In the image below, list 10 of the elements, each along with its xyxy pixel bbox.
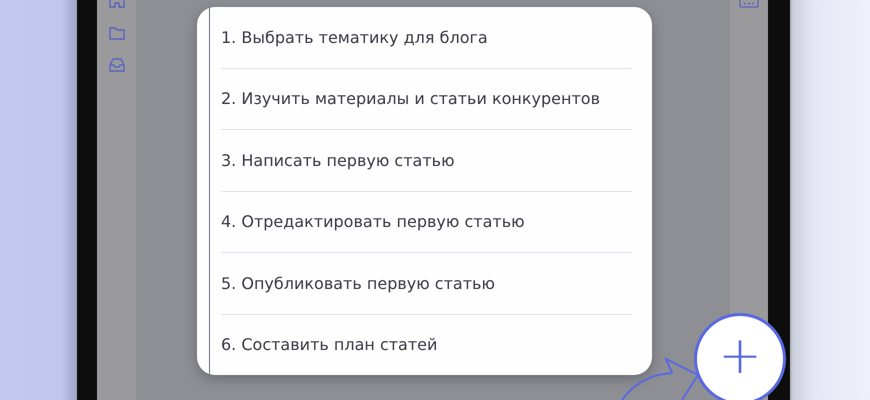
task-item[interactable]: 6. Составить план статей bbox=[221, 335, 438, 354]
more-icon[interactable] bbox=[739, 0, 759, 8]
task-item[interactable]: 3. Написать первую статью bbox=[221, 150, 455, 170]
task-item[interactable]: 4. Отредактировать первую статью bbox=[221, 212, 525, 232]
add-button[interactable]: + bbox=[694, 313, 786, 400]
task-item[interactable]: 5. Опубликовать первую статью bbox=[221, 274, 495, 293]
task-item[interactable]: 1. Выбрать тематику для блога bbox=[221, 28, 488, 47]
folder-icon[interactable] bbox=[108, 26, 124, 40]
task-item[interactable]: 2. Изучить материалы и статьи конкурентов bbox=[221, 89, 600, 108]
inbox-icon[interactable] bbox=[108, 58, 124, 72]
